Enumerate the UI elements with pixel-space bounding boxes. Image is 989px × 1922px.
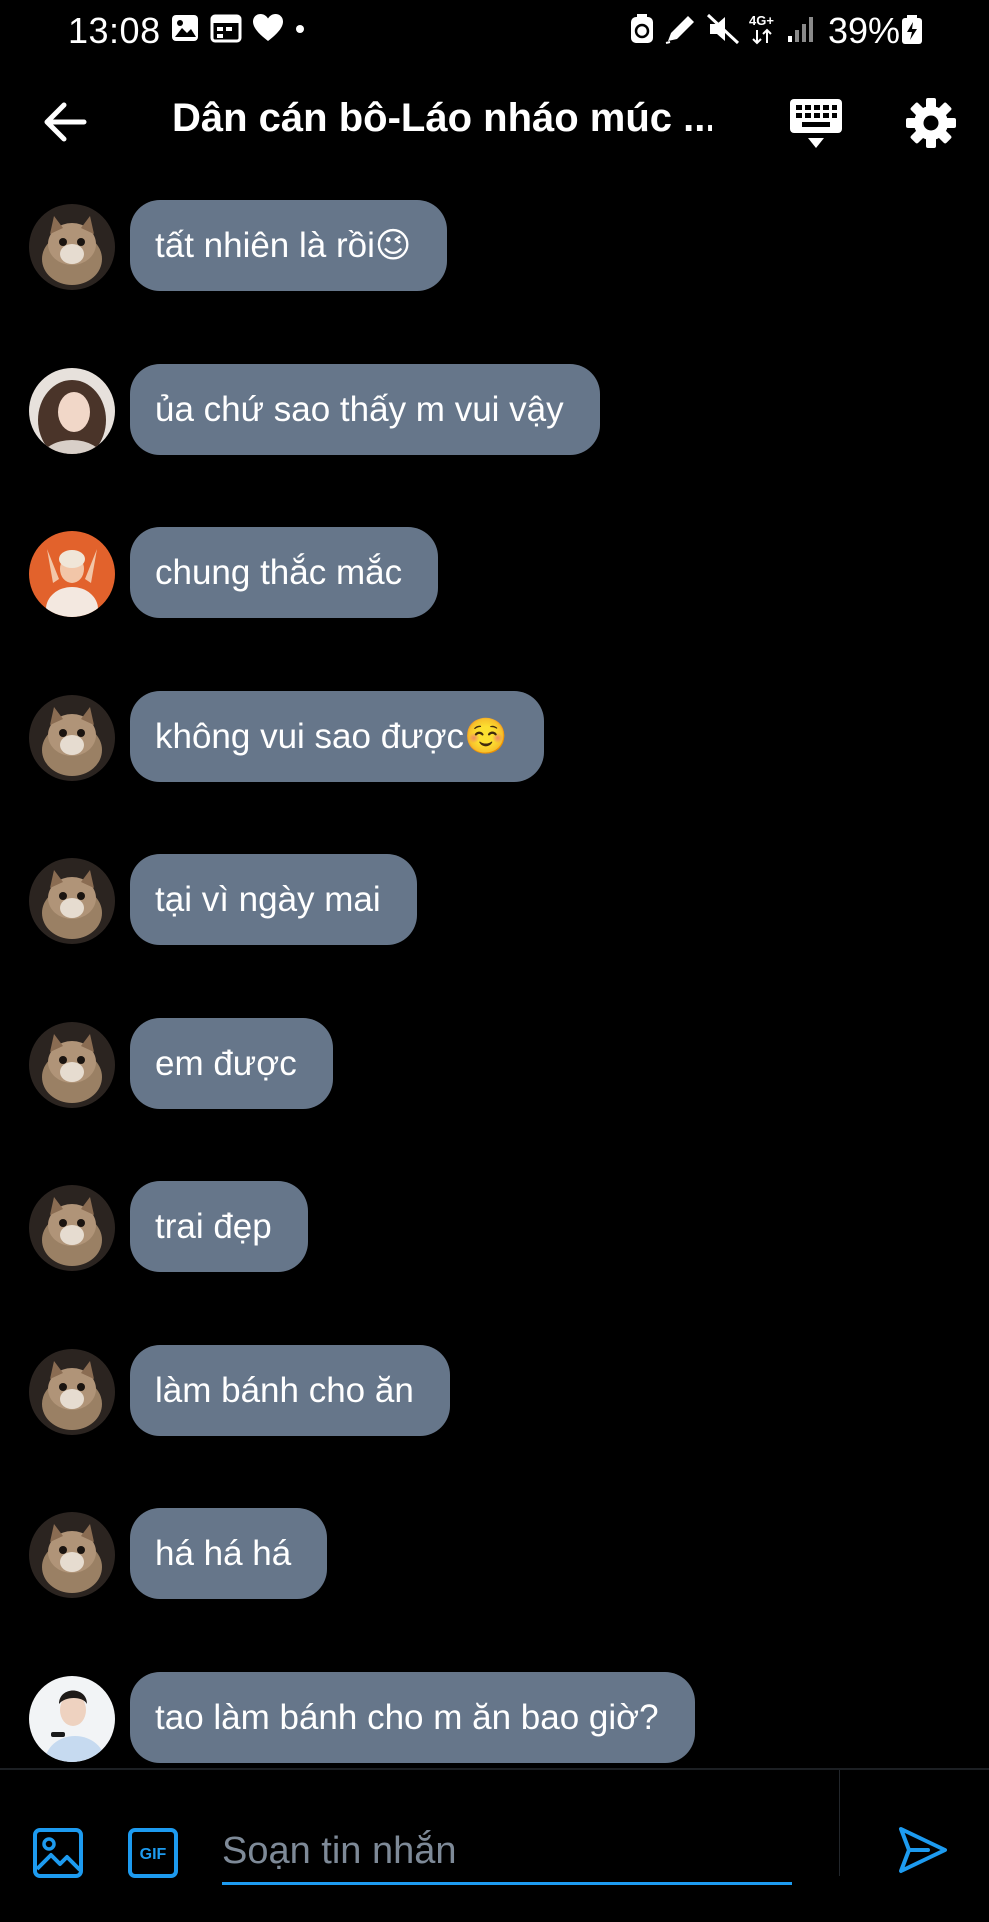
message-bubble[interactable]: trai đẹp bbox=[130, 1181, 308, 1272]
boy-avatar[interactable] bbox=[29, 1676, 115, 1762]
gear-icon[interactable] bbox=[904, 96, 958, 150]
message-composer: GIF bbox=[0, 1768, 989, 1922]
message-row: tất nhiên là rồi😉 bbox=[0, 200, 989, 292]
gallery-icon bbox=[172, 15, 198, 41]
image-icon[interactable] bbox=[32, 1827, 84, 1879]
gif-button[interactable]: GIF bbox=[127, 1827, 179, 1879]
network-icon: 4G+ bbox=[749, 13, 774, 45]
message-bubble[interactable]: tao làm bánh cho m ăn bao giờ? bbox=[130, 1672, 695, 1763]
send-icon[interactable] bbox=[898, 1825, 948, 1875]
message-bubble[interactable]: tại vì ngày mai bbox=[130, 854, 417, 945]
message-row: tao làm bánh cho m ăn bao giờ? bbox=[0, 1672, 989, 1764]
message-row: chung thắc mắc bbox=[0, 527, 989, 619]
message-row: ủa chứ sao thấy m vui vậy bbox=[0, 364, 989, 456]
message-list[interactable]: tất nhiên là rồi😉 ủa chứ sao thấy m vui … bbox=[0, 195, 989, 1765]
cat-avatar[interactable] bbox=[29, 1512, 115, 1598]
message-row: tại vì ngày mai bbox=[0, 854, 989, 946]
dot-icon bbox=[296, 25, 304, 33]
heart-icon bbox=[253, 14, 283, 41]
chat-title: Dân cán bô-Láo nháo múc ... bbox=[172, 96, 712, 140]
status-bar: 13:08 4G+ 39% bbox=[0, 0, 989, 56]
cat-avatar[interactable] bbox=[29, 1185, 115, 1271]
status-notification-icons bbox=[170, 13, 306, 43]
message-row: em được bbox=[0, 1018, 989, 1110]
message-bubble[interactable]: làm bánh cho ăn bbox=[130, 1345, 450, 1436]
message-bubble[interactable]: ủa chứ sao thấy m vui vậy bbox=[130, 364, 600, 455]
network-label: 4G+ bbox=[749, 13, 774, 28]
cat-avatar[interactable] bbox=[29, 1349, 115, 1435]
status-time: 13:08 bbox=[68, 10, 161, 51]
message-bubble[interactable]: chung thắc mắc bbox=[130, 527, 439, 618]
status-system-icons: 4G+ bbox=[628, 12, 816, 46]
composer-divider bbox=[839, 1770, 840, 1876]
message-row: trai đẹp bbox=[0, 1181, 989, 1273]
cat-avatar[interactable] bbox=[29, 204, 115, 290]
cat-avatar[interactable] bbox=[29, 1022, 115, 1108]
battery-saver-icon bbox=[631, 14, 653, 43]
pen-icon bbox=[665, 16, 694, 44]
signal-icon bbox=[788, 17, 813, 42]
message-row: không vui sao được☺️ bbox=[0, 691, 989, 783]
message-bubble[interactable]: há há há bbox=[130, 1508, 328, 1599]
mute-icon bbox=[706, 13, 740, 45]
cat-avatar[interactable] bbox=[29, 695, 115, 781]
arrow-left-icon[interactable] bbox=[40, 96, 92, 148]
message-bubble[interactable]: em được bbox=[130, 1018, 333, 1109]
message-bubble[interactable]: không vui sao được☺️ bbox=[130, 691, 544, 782]
chat-header: Dân cán bô-Láo nháo múc ... bbox=[0, 70, 989, 170]
gif-label: GIF bbox=[140, 1846, 167, 1863]
message-row: há há há bbox=[0, 1508, 989, 1600]
message-row: làm bánh cho ăn bbox=[0, 1345, 989, 1437]
battery-percentage: 39% bbox=[828, 10, 901, 51]
calendar-icon bbox=[210, 14, 242, 43]
message-bubble[interactable]: tất nhiên là rồi😉 bbox=[130, 200, 448, 291]
keyboard-icon[interactable] bbox=[788, 96, 844, 152]
message-input[interactable] bbox=[222, 1820, 792, 1885]
cat-avatar[interactable] bbox=[29, 858, 115, 944]
battery-charging-icon bbox=[902, 15, 922, 44]
girl-avatar[interactable] bbox=[29, 368, 115, 454]
orange-avatar[interactable] bbox=[29, 531, 115, 617]
